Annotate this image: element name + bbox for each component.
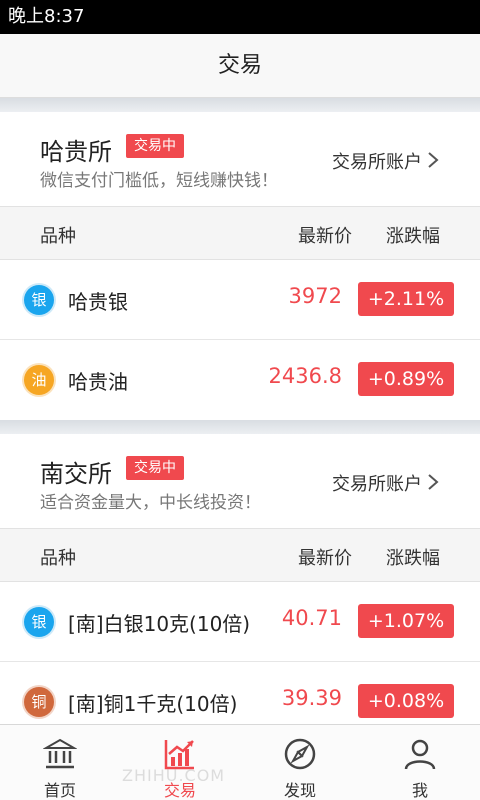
- tab-label: 首页: [43, 781, 76, 800]
- product-change-badge: +0.08%: [358, 684, 454, 718]
- exchange-name: 南交所: [40, 460, 112, 488]
- status-time: 晚上8:37: [8, 6, 85, 27]
- bank-icon: [43, 738, 77, 769]
- silver-icon: 银: [24, 285, 54, 315]
- page-title: 交易: [0, 34, 480, 98]
- product-change-badge: +2.11%: [358, 282, 454, 316]
- exchange-slogan: 适合资金量大，中长线投资！: [40, 493, 261, 513]
- column-header-change: 涨跌幅: [386, 548, 440, 569]
- person-icon: [404, 739, 436, 770]
- copper-icon: 铜: [24, 687, 54, 717]
- column-header-price: 最新价: [298, 548, 352, 569]
- table-row[interactable]: 银 [南]白银10克(10倍) 40.71 +1.07%: [0, 582, 480, 662]
- product-name: [南]铜1千克(10倍): [68, 692, 238, 716]
- exchange-account-label: 交易所账户: [332, 474, 422, 495]
- title-shadow: [0, 98, 480, 112]
- tab-discover[interactable]: 发现: [240, 725, 360, 800]
- product-price: 40.71: [281, 606, 342, 630]
- chevron-right-icon: [428, 152, 439, 168]
- exchange-header: 哈贵所 交易中 微信支付门槛低，短线赚快钱！ 交易所账户: [0, 112, 480, 206]
- column-header-price: 最新价: [298, 226, 352, 247]
- column-header-name: 品种: [40, 548, 76, 569]
- tab-label: 我: [411, 781, 428, 800]
- product-change-badge: +0.89%: [358, 362, 454, 396]
- status-bar: 晚上8:37: [0, 0, 480, 34]
- chevron-right-icon: [428, 474, 439, 490]
- watermark: ZHIHU.COM: [122, 766, 226, 785]
- bottom-tab-bar: 首页 交易 发现 我: [0, 724, 480, 800]
- product-name: 哈贵油: [68, 370, 128, 394]
- tab-home[interactable]: 首页: [0, 725, 120, 800]
- exchange-card-hagui: 哈贵所 交易中 微信支付门槛低，短线赚快钱！ 交易所账户 品种 最新价 涨跌幅 …: [0, 112, 480, 420]
- product-name: [南]白银10克(10倍): [68, 612, 251, 636]
- exchange-name: 哈贵所: [40, 138, 112, 166]
- silver-icon: 银: [24, 607, 54, 637]
- tab-label: 发现: [283, 781, 316, 800]
- section-divider: [0, 420, 480, 434]
- compass-icon: [284, 738, 316, 770]
- table-header: 品种 最新价 涨跌幅: [0, 206, 480, 260]
- product-price: 2436.8: [268, 364, 342, 388]
- product-price: 3972: [288, 284, 342, 308]
- exchange-account-label: 交易所账户: [332, 152, 422, 173]
- tab-me[interactable]: 我: [360, 725, 480, 800]
- exchange-slogan: 微信支付门槛低，短线赚快钱！: [40, 171, 278, 191]
- trading-status-badge: 交易中: [126, 134, 184, 158]
- product-name: 哈贵银: [68, 290, 128, 314]
- column-header-name: 品种: [40, 226, 76, 247]
- column-header-change: 涨跌幅: [386, 226, 440, 247]
- table-header: 品种 最新价 涨跌幅: [0, 528, 480, 582]
- tab-trade[interactable]: 交易: [120, 725, 240, 800]
- trading-status-badge: 交易中: [126, 456, 184, 480]
- product-change-badge: +1.07%: [358, 604, 454, 638]
- table-row[interactable]: 银 哈贵银 3972 +2.11%: [0, 260, 480, 340]
- exchange-card-nanjiao: 南交所 交易中 适合资金量大，中长线投资！ 交易所账户 品种 最新价 涨跌幅 银…: [0, 434, 480, 742]
- exchange-header: 南交所 交易中 适合资金量大，中长线投资！ 交易所账户: [0, 434, 480, 528]
- table-row[interactable]: 油 哈贵油 2436.8 +0.89%: [0, 340, 480, 420]
- product-price: 39.39: [281, 686, 342, 710]
- oil-icon: 油: [24, 365, 54, 395]
